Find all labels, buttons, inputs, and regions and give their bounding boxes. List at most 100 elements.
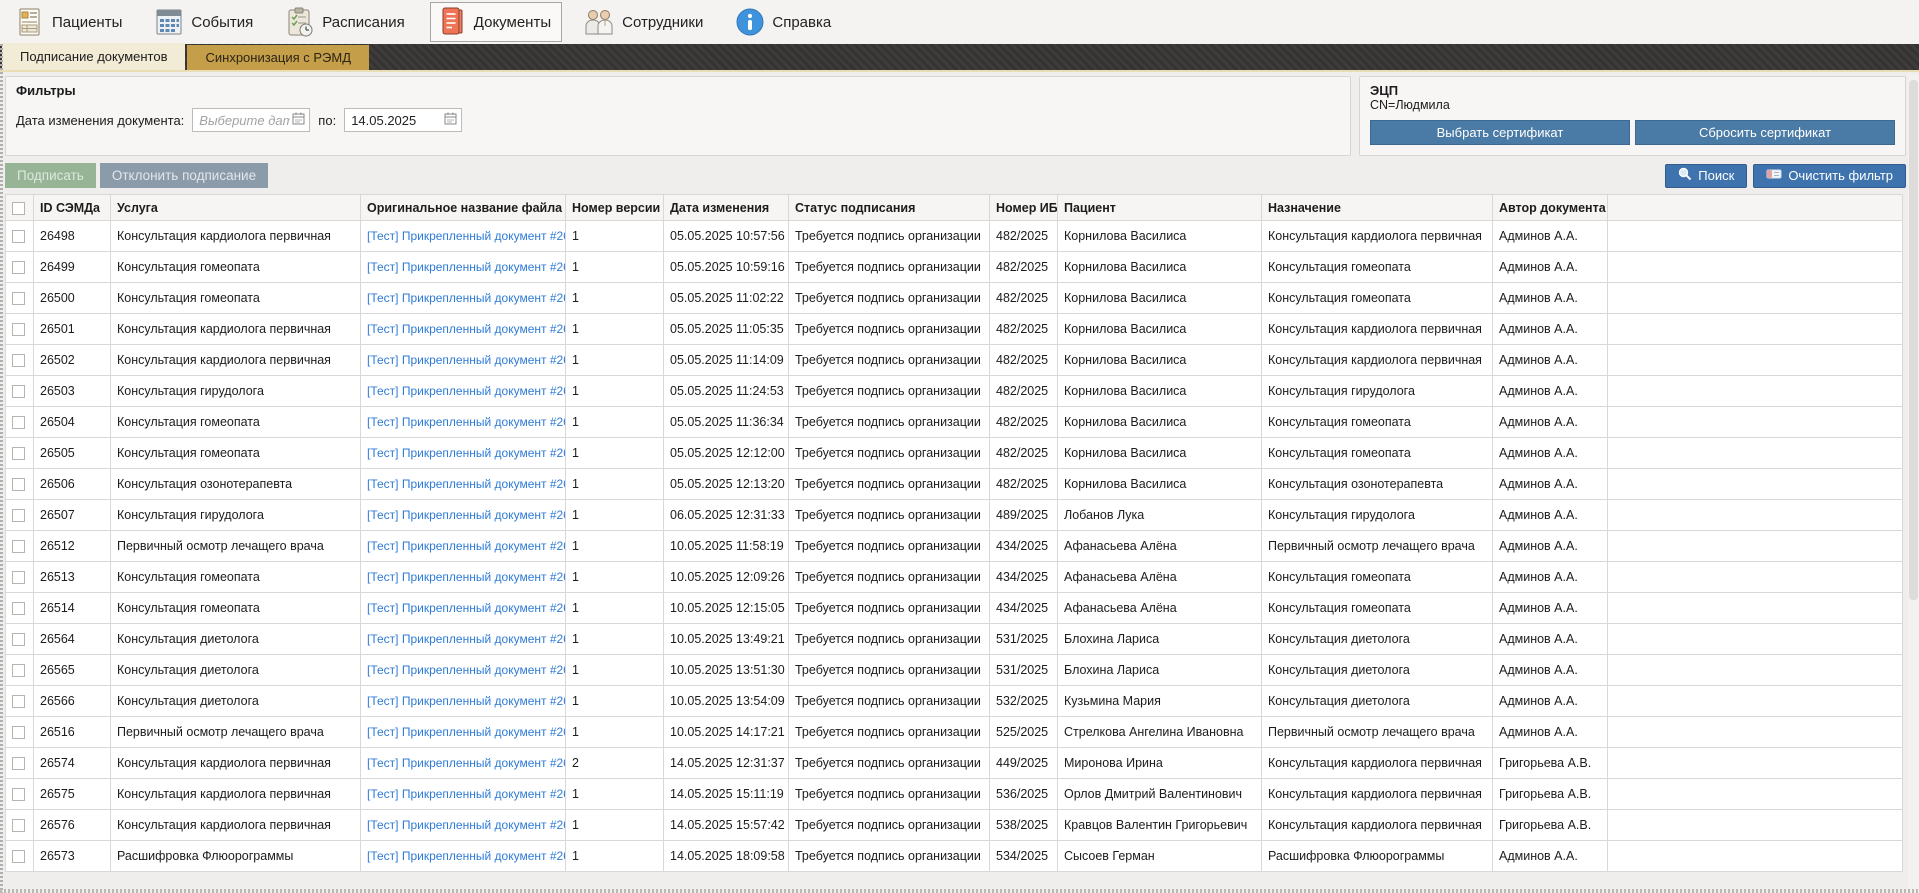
table-row[interactable]: 26507 Консультация гирудолога [Тест] При… <box>5 499 1903 531</box>
calendar-icon[interactable] <box>444 112 457 128</box>
file-link[interactable]: [Тест] Прикрепленный документ #26514.xml <box>367 601 565 615</box>
file-link[interactable]: [Тест] Прикрепленный документ #26501.xml <box>367 322 565 336</box>
table-row[interactable]: 26512 Первичный осмотр лечащего врача [Т… <box>5 530 1903 562</box>
row-select-cell <box>5 716 34 748</box>
tab-remd-sync[interactable]: Синхронизация с РЭМД <box>187 45 370 70</box>
table-row[interactable]: 26513 Консультация гомеопата [Тест] Прик… <box>5 561 1903 593</box>
row-checkbox[interactable] <box>12 447 25 461</box>
row-checkbox[interactable] <box>12 726 25 740</box>
toolbar-button-help[interactable]: Справка <box>728 2 842 42</box>
row-checkbox[interactable] <box>12 602 25 616</box>
cell-filler <box>1607 313 1903 345</box>
cell-patient: Стрелкова Ангелина Ивановна <box>1057 716 1262 748</box>
table-row[interactable]: 26516 Первичный осмотр лечащего врача [Т… <box>5 716 1903 748</box>
file-link[interactable]: [Тест] Прикрепленный документ #26516.xml <box>367 725 565 739</box>
toolbar-button-documents[interactable]: Документы <box>429 2 563 42</box>
file-link[interactable]: [Тест] Прикрепленный документ #26573.xml <box>367 849 565 863</box>
toolbar-button-label: Сотрудники <box>622 13 704 31</box>
file-link[interactable]: [Тест] Прикрепленный документ #26498.xml <box>367 229 565 243</box>
calendar-icon[interactable] <box>292 112 305 128</box>
row-checkbox[interactable] <box>12 540 25 554</box>
row-checkbox[interactable] <box>12 664 25 678</box>
toolbar-button-employees[interactable]: Сотрудники <box>576 2 714 42</box>
cell-filename: [Тест] Прикрепленный документ #26565.xml <box>360 654 566 686</box>
table-row[interactable]: 26574 Консультация кардиолога первичная … <box>5 747 1903 779</box>
cell-version: 1 <box>565 499 664 531</box>
table-row[interactable]: 26565 Консультация диетолога [Тест] Прик… <box>5 654 1903 686</box>
cell-filler <box>1607 530 1903 562</box>
toolbar-button-label: Пациенты <box>52 13 123 31</box>
file-link[interactable]: [Тест] Прикрепленный документ #26507.xml <box>367 508 565 522</box>
file-link[interactable]: [Тест] Прикрепленный документ #26564.xml <box>367 632 565 646</box>
cell-service: Консультация кардиолога первичная <box>110 313 361 345</box>
col-header-version: Номер версии <box>565 194 664 221</box>
table-row[interactable]: 26566 Консультация диетолога [Тест] Прик… <box>5 685 1903 717</box>
row-checkbox[interactable] <box>12 416 25 430</box>
row-checkbox[interactable] <box>12 788 25 802</box>
sign-button[interactable]: Подписать <box>5 163 96 188</box>
table-row[interactable]: 26498 Консультация кардиолога первичная … <box>5 220 1903 252</box>
vertical-scrollbar-thumb[interactable] <box>1909 80 1918 600</box>
file-link[interactable]: [Тест] Прикрепленный документ #26566.xml <box>367 694 565 708</box>
file-link[interactable]: [Тест] Прикрепленный документ #26499.xml <box>367 260 565 274</box>
row-checkbox[interactable] <box>12 633 25 647</box>
cell-version: 1 <box>565 282 664 314</box>
row-checkbox[interactable] <box>12 509 25 523</box>
row-checkbox[interactable] <box>12 850 25 864</box>
row-checkbox[interactable] <box>12 261 25 275</box>
file-link[interactable]: [Тест] Прикрепленный документ #26505.xml <box>367 446 565 460</box>
date-to-input[interactable] <box>351 112 443 128</box>
table-row[interactable]: 26499 Консультация гомеопата [Тест] Прик… <box>5 251 1903 283</box>
row-checkbox[interactable] <box>12 478 25 492</box>
row-checkbox[interactable] <box>12 292 25 306</box>
table-row[interactable]: 26501 Консультация кардиолога первичная … <box>5 313 1903 345</box>
row-checkbox[interactable] <box>12 385 25 399</box>
file-link[interactable]: [Тест] Прикрепленный документ #26503.xml <box>367 384 565 398</box>
file-link[interactable]: [Тест] Прикрепленный документ #26574.xml <box>367 756 565 770</box>
file-link[interactable]: [Тест] Прикрепленный документ #26506.xml <box>367 477 565 491</box>
table-row[interactable]: 26506 Консультация озонотерапевта [Тест]… <box>5 468 1903 500</box>
cell-ib: 489/2025 <box>989 499 1058 531</box>
table-row[interactable]: 26505 Консультация гомеопата [Тест] Прик… <box>5 437 1903 469</box>
row-checkbox[interactable] <box>12 819 25 833</box>
row-checkbox[interactable] <box>12 323 25 337</box>
file-link[interactable]: [Тест] Прикрепленный документ #26513.xml <box>367 570 565 584</box>
table-row[interactable]: 26502 Консультация кардиолога первичная … <box>5 344 1903 376</box>
file-link[interactable]: [Тест] Прикрепленный документ #26565.xml <box>367 663 565 677</box>
table-row[interactable]: 26503 Консультация гирудолога [Тест] При… <box>5 375 1903 407</box>
table-row[interactable]: 26564 Консультация диетолога [Тест] Прик… <box>5 623 1903 655</box>
toolbar-button-patients[interactable]: Пациенты <box>8 2 133 42</box>
table-row[interactable]: 26500 Консультация гомеопата [Тест] Прик… <box>5 282 1903 314</box>
file-link[interactable]: [Тест] Прикрепленный документ #26504.xml <box>367 415 565 429</box>
file-link[interactable]: [Тест] Прикрепленный документ #26576.xml <box>367 818 565 832</box>
file-link[interactable]: [Тест] Прикрепленный документ #26512.xml <box>367 539 565 553</box>
table-row[interactable]: 26575 Консультация кардиолога первичная … <box>5 778 1903 810</box>
date-from-input[interactable] <box>199 112 291 128</box>
toolbar-button-events[interactable]: События <box>147 2 264 42</box>
row-checkbox[interactable] <box>12 354 25 368</box>
row-checkbox[interactable] <box>12 695 25 709</box>
file-link[interactable]: [Тест] Прикрепленный документ #26500.xml <box>367 291 565 305</box>
select-certificate-button[interactable]: Выбрать сертификат <box>1370 120 1630 145</box>
cell-id: 26564 <box>33 623 111 655</box>
row-checkbox[interactable] <box>12 757 25 771</box>
file-link[interactable]: [Тест] Прикрепленный документ #26575.xml <box>367 787 565 801</box>
table-row[interactable]: 26504 Консультация гомеопата [Тест] Прик… <box>5 406 1903 438</box>
toolbar-button-schedules[interactable]: Расписания <box>278 2 415 42</box>
table-row[interactable]: 26576 Консультация кардиолога первичная … <box>5 809 1903 841</box>
row-checkbox[interactable] <box>12 571 25 585</box>
select-all-checkbox[interactable] <box>12 201 25 215</box>
file-link[interactable]: [Тест] Прикрепленный документ #26502.xml <box>367 353 565 367</box>
tab-document-signing[interactable]: Подписание документов <box>2 43 186 70</box>
vertical-scrollbar[interactable] <box>1908 74 1919 893</box>
row-checkbox[interactable] <box>12 230 25 244</box>
search-button[interactable]: Поиск <box>1665 163 1748 188</box>
cell-version: 1 <box>565 313 664 345</box>
table-row[interactable]: 26573 Расшифровка Флюорограммы [Тест] Пр… <box>5 840 1903 872</box>
reset-certificate-button[interactable]: Сбросить сертификат <box>1635 120 1895 145</box>
cell-version: 1 <box>565 220 664 252</box>
table-row[interactable]: 26514 Консультация гомеопата [Тест] Прик… <box>5 592 1903 624</box>
cell-status: Требуется подпись организации <box>788 592 990 624</box>
decline-signing-button[interactable]: Отклонить подписание <box>99 163 269 188</box>
clear-filter-button[interactable]: Очистить фильтр <box>1753 163 1906 188</box>
